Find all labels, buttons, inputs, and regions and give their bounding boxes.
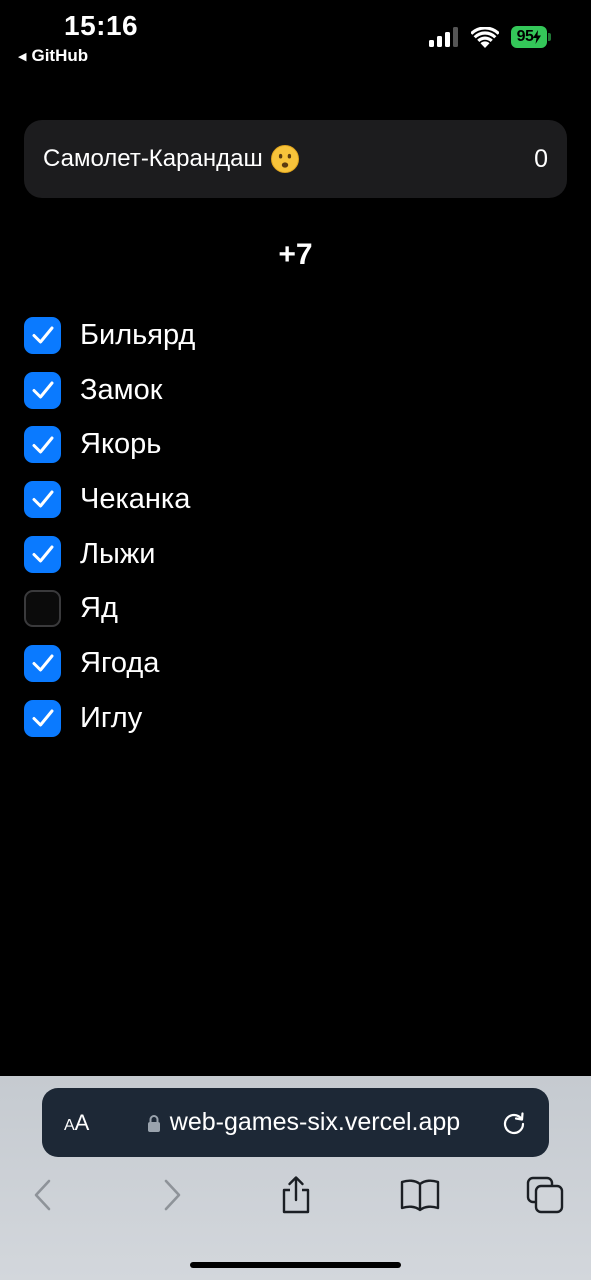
- word-label: Якорь: [80, 428, 162, 461]
- player-name: Самолет-Карандаш: [43, 145, 263, 172]
- word-item[interactable]: Бильярд: [24, 308, 195, 363]
- word-item[interactable]: Чеканка: [24, 472, 195, 527]
- book-icon: [400, 1179, 440, 1212]
- word-item[interactable]: Ягода: [24, 636, 195, 691]
- word-label: Ягода: [80, 646, 160, 679]
- address-bar[interactable]: AA web-games-six.vercel.app: [42, 1088, 549, 1157]
- word-checkbox[interactable]: [24, 480, 61, 518]
- word-item[interactable]: Замок: [24, 363, 195, 418]
- checkmark-icon: [32, 381, 53, 399]
- word-checkbox[interactable]: [24, 699, 61, 737]
- charging-bolt-icon: [533, 30, 542, 44]
- status-indicators: 95: [429, 26, 551, 48]
- checkmark-icon: [32, 326, 53, 344]
- player-score: 0: [534, 144, 548, 173]
- word-label: Бильярд: [80, 318, 196, 351]
- url-field[interactable]: web-games-six.vercel.app: [106, 1108, 501, 1137]
- word-checkbox[interactable]: [24, 371, 61, 409]
- round-score: +7: [278, 238, 313, 271]
- frowning-face-icon: [270, 145, 299, 173]
- battery-level: 95: [516, 28, 534, 45]
- back-app-label: GitHub: [31, 46, 89, 65]
- tabs-button[interactable]: [520, 1170, 570, 1220]
- checkmark-icon: [32, 436, 53, 454]
- word-checkbox[interactable]: [24, 590, 61, 628]
- word-checkbox[interactable]: [24, 644, 61, 682]
- word-label: Яд: [80, 592, 118, 625]
- player-card: Самолет-Карандаш 0: [24, 120, 567, 198]
- status-time: 15:16: [64, 10, 139, 41]
- lock-icon: [147, 1114, 160, 1132]
- word-item[interactable]: Яд: [24, 581, 195, 636]
- word-item[interactable]: Якорь: [24, 417, 195, 472]
- reload-icon[interactable]: [501, 1110, 527, 1136]
- tabs-icon: [526, 1176, 564, 1214]
- word-checkbox[interactable]: [24, 316, 61, 354]
- cellular-signal-icon: [429, 27, 458, 47]
- bookmarks-button[interactable]: [395, 1170, 445, 1220]
- back-button[interactable]: [18, 1170, 68, 1220]
- back-to-app-link[interactable]: ◀ GitHub: [18, 46, 88, 66]
- word-label: Лыжи: [80, 537, 156, 570]
- word-label: Иглу: [80, 701, 143, 734]
- chevron-left-icon: [34, 1179, 51, 1211]
- word-checklist: Бильярд Замок Якорь Чеканка Лыжи Яд Ягод…: [24, 308, 195, 746]
- checkmark-icon: [32, 709, 53, 727]
- back-triangle-icon: ◀: [18, 50, 27, 63]
- word-item[interactable]: Иглу: [24, 691, 195, 746]
- share-button[interactable]: [271, 1170, 321, 1220]
- home-indicator: [190, 1262, 401, 1268]
- battery-indicator: 95: [511, 26, 551, 48]
- word-checkbox[interactable]: [24, 426, 61, 464]
- chevron-right-icon: [164, 1179, 181, 1211]
- reader-settings-button[interactable]: AA: [64, 1110, 106, 1136]
- url-text: web-games-six.vercel.app: [169, 1108, 461, 1136]
- checkmark-icon: [32, 490, 53, 508]
- browser-toolbar: [0, 1170, 591, 1220]
- word-item[interactable]: Лыжи: [24, 527, 195, 582]
- share-icon: [282, 1176, 310, 1214]
- checkmark-icon: [32, 654, 53, 672]
- word-label: Чеканка: [80, 482, 191, 515]
- checkmark-icon: [32, 545, 53, 563]
- browser-chrome: AA web-games-six.vercel.app: [0, 1076, 591, 1280]
- forward-button[interactable]: [147, 1170, 197, 1220]
- player-name-row: Самолет-Карандаш: [43, 145, 534, 173]
- wifi-icon: [471, 26, 499, 48]
- word-label: Замок: [80, 373, 163, 406]
- word-checkbox[interactable]: [24, 535, 61, 573]
